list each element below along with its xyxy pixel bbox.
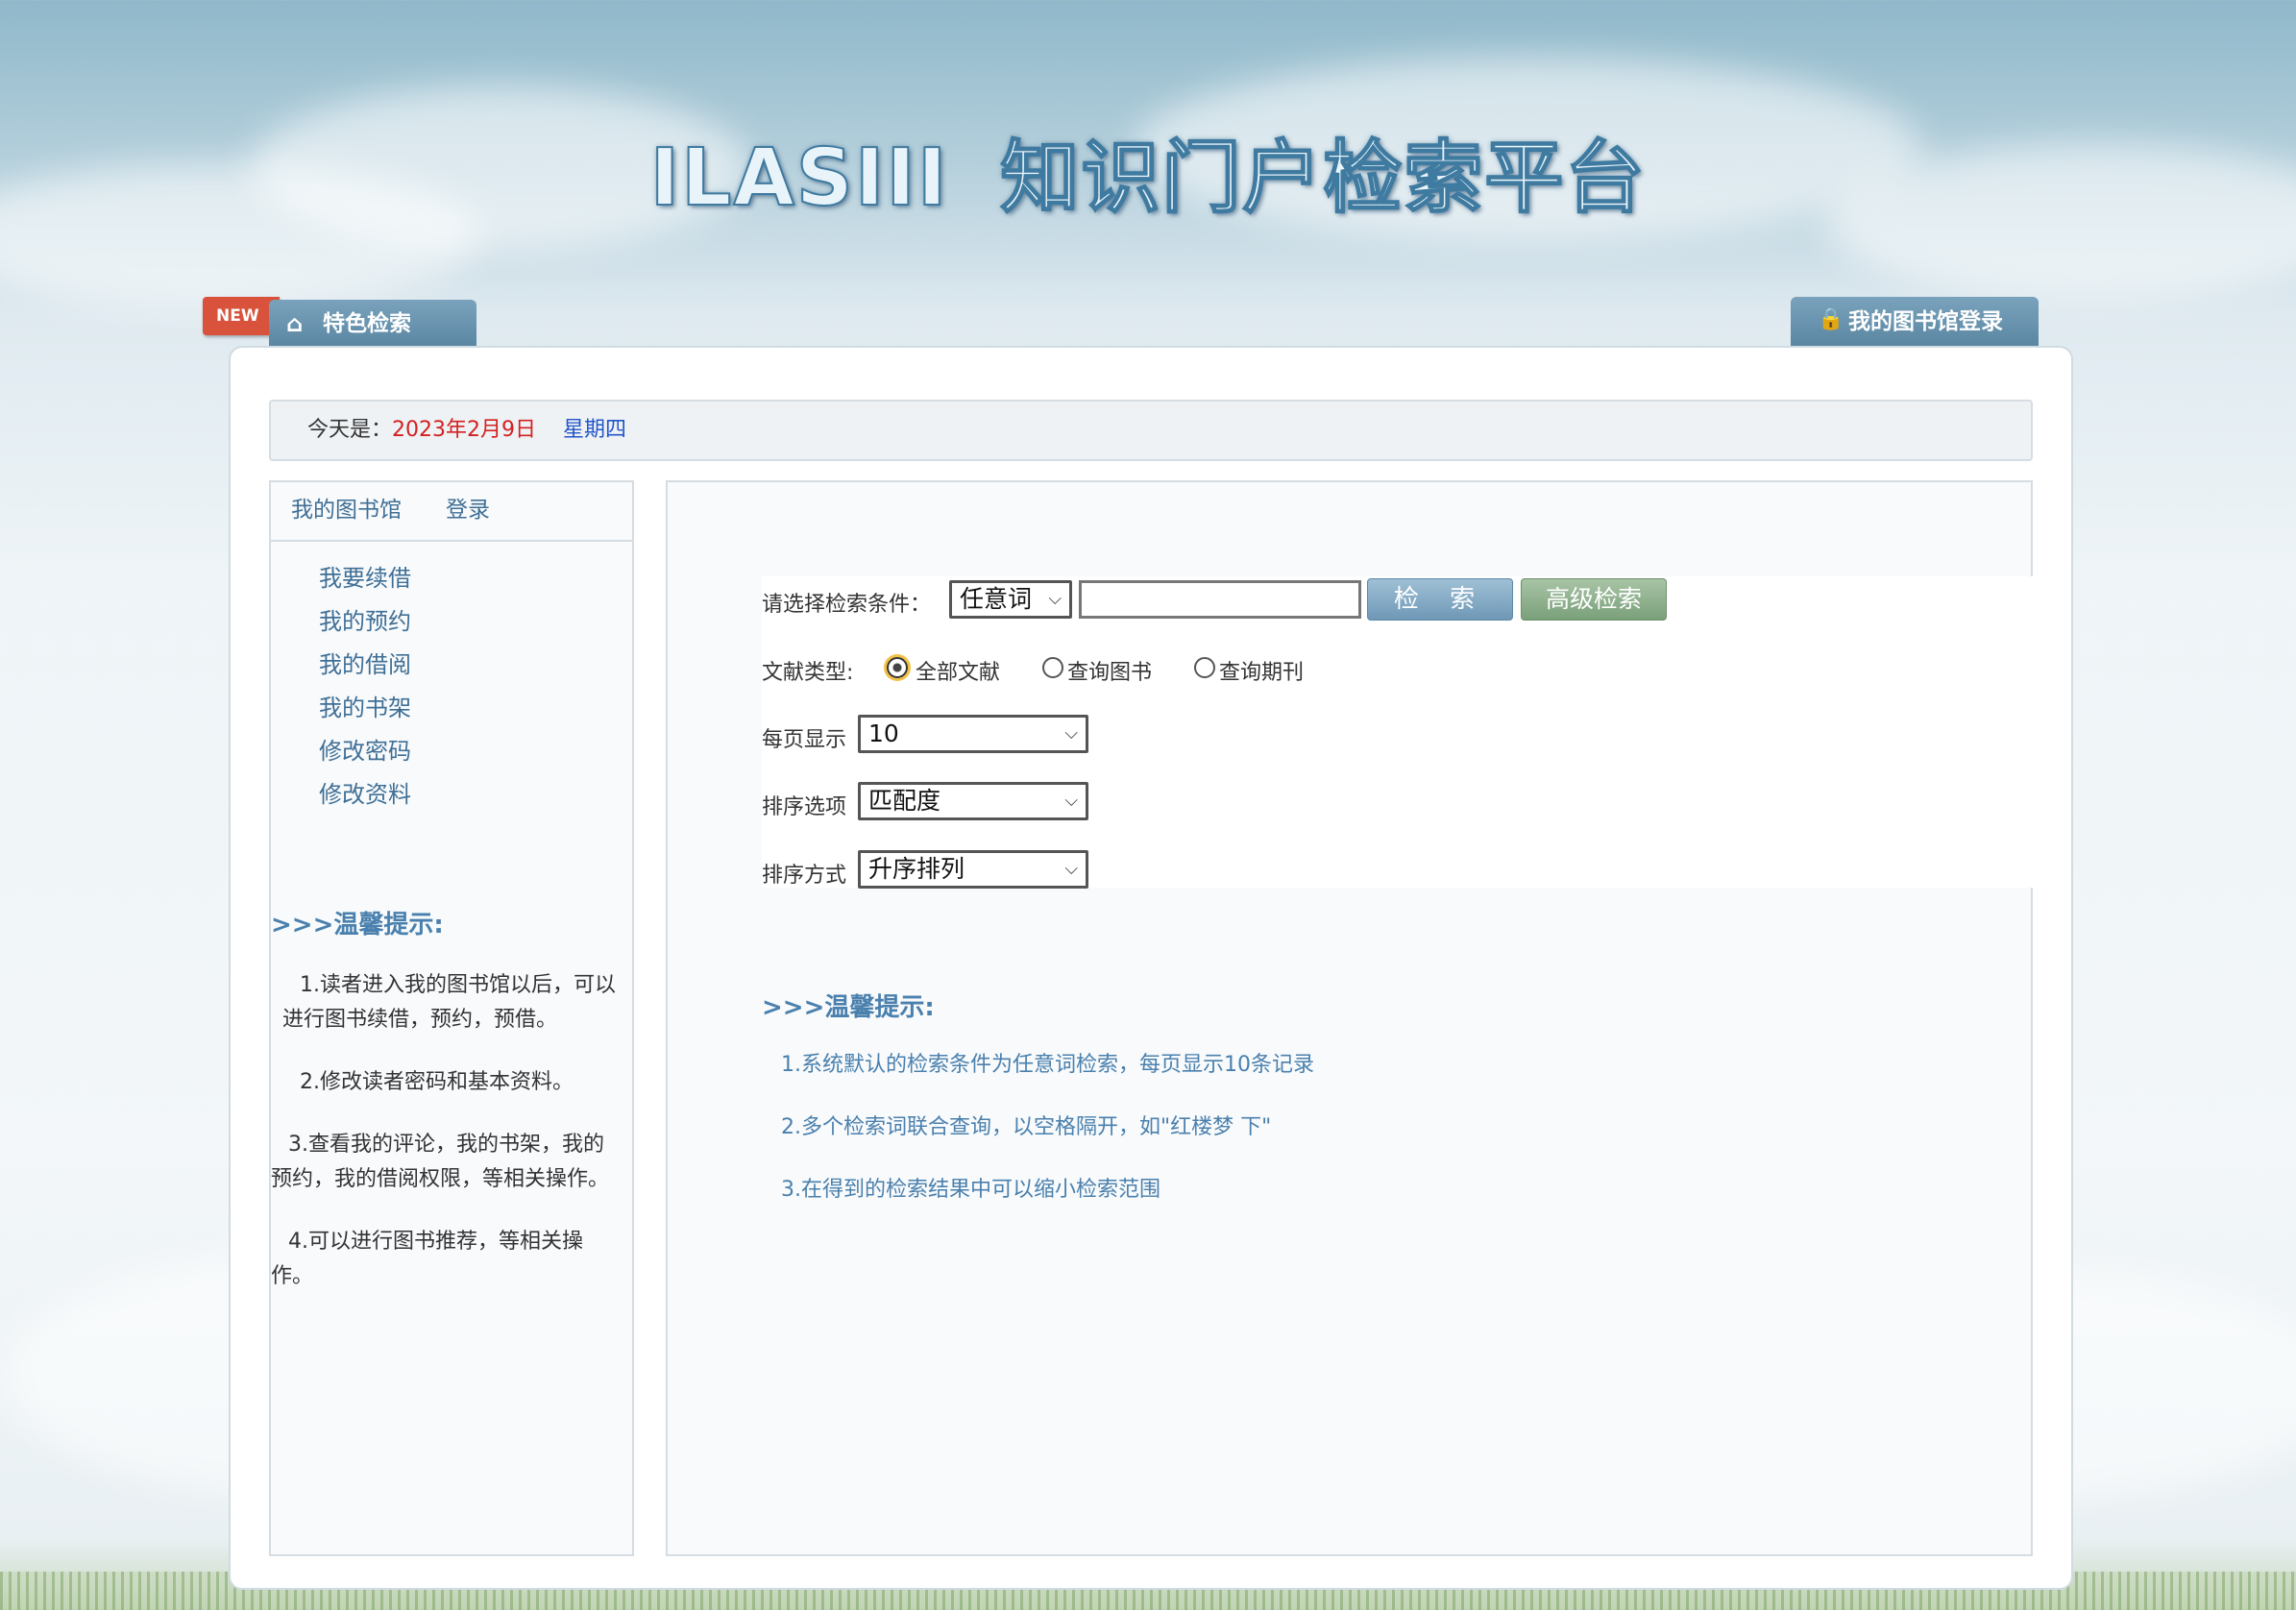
radio-journals-label: 查询期刊	[1219, 661, 1305, 685]
per-page-select-value: 10	[868, 720, 899, 747]
chevron-down-icon: ⌵	[1064, 723, 1078, 744]
sidebar-item-bookshelf[interactable]: 我的书架	[319, 687, 632, 730]
search-form: 请选择检索条件： 任意词 ⌵ 检 索 高级检索 文献类型: 全部文献 查询图书 查…	[762, 576, 2033, 889]
sort-order-select-value: 升序排列	[868, 855, 965, 883]
tab-my-library-login-label: 我的图书馆登录	[1848, 309, 2003, 334]
title-text: 知识门户检索平台	[999, 132, 1647, 225]
sidebar-item-borrowing[interactable]: 我的借阅	[319, 644, 632, 687]
sidebar-login-link[interactable]: 登录	[446, 498, 490, 523]
site-title: ILASIII 知识门户检索平台	[649, 113, 1647, 228]
sidebar-item-change-password[interactable]: 修改密码	[319, 730, 632, 773]
date-value: 2023年2月9日	[392, 418, 536, 442]
sort-option-label: 排序选项	[762, 795, 847, 819]
new-badge-label: NEW	[216, 306, 259, 326]
sidebar-item-reservations[interactable]: 我的预约	[319, 600, 632, 644]
sort-option-select[interactable]: 匹配度 ⌵	[858, 782, 1088, 820]
sidebar-tips: 1.读者进入我的图书馆以后，可以 进行图书续借，预约，预借。 2.修改读者密码和…	[271, 968, 617, 1322]
new-badge: NEW»	[203, 297, 297, 335]
date-bar: 今天是：2023年2月9日 星期四	[269, 400, 2033, 461]
sidebar-my-library-link[interactable]: 我的图书馆	[291, 498, 402, 523]
radio-all-docs[interactable]	[887, 657, 908, 678]
radio-books-label: 查询图书	[1067, 661, 1153, 685]
home-icon: ⌂	[286, 310, 304, 337]
tab-featured-search[interactable]: ⌂ 特色检索	[269, 300, 476, 348]
sort-option-select-value: 匹配度	[868, 787, 941, 815]
sidebar-tip: 3.查看我的评论，我的书架，我的预约，我的借阅权限，等相关操作。	[271, 1133, 610, 1191]
chevron-down-icon: ⌵	[1048, 589, 1062, 609]
chevron-down-icon: ⌵	[1064, 859, 1078, 879]
radio-journals[interactable]	[1194, 657, 1215, 678]
sidebar-tip: 1.读者进入我的图书馆以后，可以 进行图书续借，预约，预借。	[282, 973, 616, 1032]
radio-all-docs-label: 全部文献	[916, 661, 1001, 685]
sidebar-item-renew[interactable]: 我要续借	[319, 557, 632, 600]
weekday-value: 星期四	[563, 418, 627, 442]
condition-label: 请选择检索条件：	[762, 593, 932, 617]
per-page-label: 每页显示	[762, 728, 847, 752]
tab-my-library-login[interactable]: 🔒 我的图书馆登录	[1791, 297, 2039, 347]
site-header: ILASIII 知识门户检索平台	[0, 113, 2296, 228]
condition-select[interactable]: 任意词 ⌵	[949, 580, 1072, 619]
sidebar-header: 我的图书馆 登录	[271, 482, 632, 542]
main-tip: 1.系统默认的检索条件为任意词检索，每页显示10条记录	[781, 1053, 1314, 1077]
search-button[interactable]: 检 索	[1367, 578, 1513, 621]
sidebar-tips-title: >>>温馨提示:	[271, 911, 444, 939]
main-tips: 1.系统默认的检索条件为任意词检索，每页显示10条记录 2.多个检索词联合查询，…	[781, 1051, 1314, 1238]
sidebar-menu: 我要续借 我的预约 我的借阅 我的书架 修改密码 修改资料	[271, 542, 632, 817]
main-tip: 3.在得到的检索结果中可以缩小检索范围	[781, 1178, 1160, 1202]
date-label: 今天是：	[307, 418, 393, 442]
advanced-search-button[interactable]: 高级检索	[1521, 578, 1667, 621]
sort-order-select[interactable]: 升序排列 ⌵	[858, 850, 1088, 889]
lock-icon: 🔒	[1818, 307, 1844, 331]
sort-order-label: 排序方式	[762, 864, 847, 888]
sidebar-tip: 2.修改读者密码和基本资料。	[300, 1070, 574, 1094]
radio-books[interactable]	[1042, 657, 1063, 678]
sidebar: 我的图书馆 登录 我要续借 我的预约 我的借阅 我的书架 修改密码 修改资料 >>…	[269, 480, 634, 1556]
per-page-select[interactable]: 10 ⌵	[858, 715, 1088, 753]
chevron-down-icon: ⌵	[1064, 791, 1078, 811]
doc-type-label: 文献类型:	[762, 661, 854, 685]
sidebar-item-edit-profile[interactable]: 修改资料	[319, 773, 632, 817]
condition-select-value: 任意词	[960, 585, 1033, 613]
search-content: 请选择检索条件： 任意词 ⌵ 检 索 高级检索 文献类型: 全部文献 查询图书 查…	[666, 480, 2033, 1556]
sidebar-tip: 4.可以进行图书推荐，等相关操作。	[271, 1230, 583, 1288]
main-tip: 2.多个检索词联合查询，以空格隔开，如"红楼梦 下"	[781, 1115, 1272, 1139]
tab-featured-search-label: 特色检索	[323, 311, 411, 336]
main-tips-title: >>>温馨提示:	[762, 993, 935, 1022]
search-input[interactable]	[1079, 580, 1361, 619]
brand-text: ILASIII	[649, 132, 949, 225]
